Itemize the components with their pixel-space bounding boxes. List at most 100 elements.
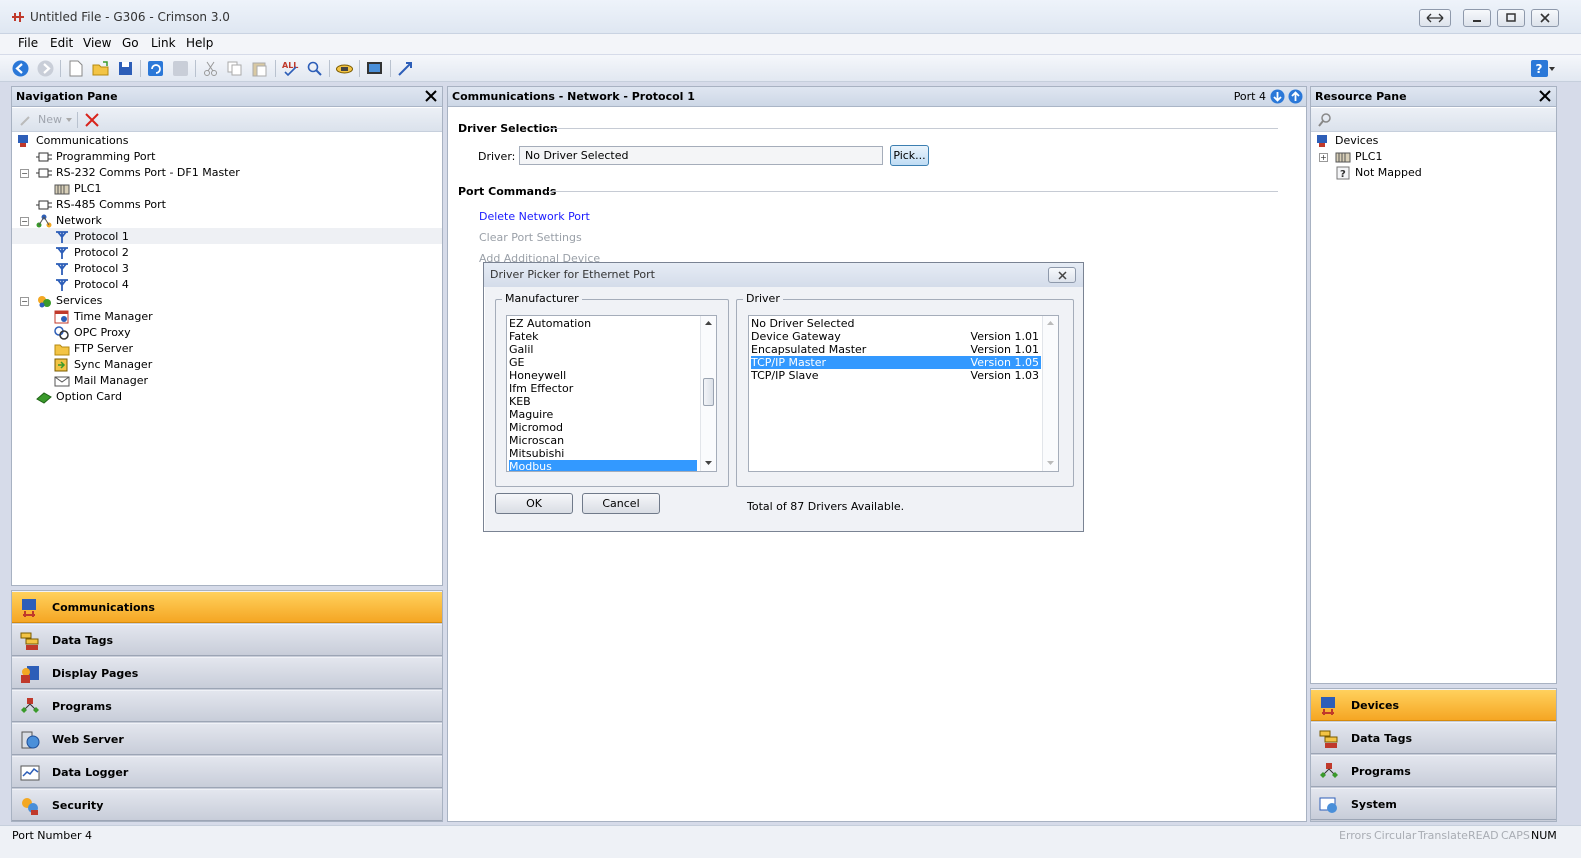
arrow-up-icon[interactable] [1288, 89, 1303, 104]
minimize-button[interactable] [1463, 9, 1491, 27]
list-item-selected[interactable]: TCP/IP Master Version 1.05 [751, 356, 1041, 369]
section-divider [548, 128, 1278, 129]
menu-view[interactable]: View [83, 36, 111, 50]
forward-icon[interactable] [36, 59, 55, 78]
menu-file[interactable]: File [18, 36, 38, 50]
list-item[interactable]: Fatek [509, 330, 697, 343]
list-item[interactable]: Maguire [509, 408, 697, 421]
menu-go[interactable]: Go [122, 36, 139, 50]
list-item[interactable]: Ifm Effector [509, 382, 697, 395]
dialog-close-button[interactable] [1048, 267, 1076, 283]
resource-category-devices[interactable]: Devices [1311, 689, 1556, 721]
pick-button[interactable]: Pick... [890, 145, 929, 166]
resource-pane-title: Resource Pane [1315, 90, 1407, 103]
list-item[interactable]: Micromod [509, 421, 697, 434]
scroll-up-icon[interactable] [705, 321, 712, 325]
manufacturer-scrollbar[interactable] [700, 316, 716, 471]
new-file-icon[interactable] [66, 59, 85, 78]
cut-icon[interactable] [201, 59, 220, 78]
save-icon[interactable] [116, 59, 135, 78]
status-bar: Port Number 4 Errors Circular Translate … [0, 825, 1581, 858]
list-item[interactable]: GE [509, 356, 697, 369]
editor-header: Communications - Network - Protocol 1 Po… [448, 87, 1306, 107]
driver-selection-heading: Driver Selection [458, 122, 558, 135]
resource-category-programs[interactable]: Programs [1311, 755, 1556, 787]
navigation-toolbar: New [12, 108, 442, 132]
maximize-button[interactable] [1497, 9, 1525, 27]
menu-help[interactable]: Help [186, 36, 213, 50]
help-icon[interactable]: ? [1530, 59, 1549, 78]
list-item[interactable]: Encapsulated Master Version 1.01 [751, 343, 1041, 356]
display-icon[interactable] [365, 59, 384, 78]
data-logger-icon [20, 765, 40, 781]
sync-icon [54, 358, 68, 372]
protocol-icon [56, 263, 68, 275]
undo-icon[interactable] [146, 59, 165, 78]
category-programs[interactable]: Programs [12, 690, 442, 722]
category-data-logger[interactable]: Data Logger [12, 756, 442, 788]
delete-icon[interactable] [84, 112, 100, 128]
cancel-button[interactable]: Cancel [582, 493, 660, 514]
chevron-down-icon[interactable] [1549, 67, 1555, 71]
menu-edit[interactable]: Edit [50, 36, 73, 50]
tree-expander[interactable]: − [20, 169, 29, 178]
list-item[interactable]: Microscan [509, 434, 697, 447]
list-item[interactable]: Honeywell [509, 369, 697, 382]
paste-icon[interactable] [250, 59, 269, 78]
category-security[interactable]: Security [12, 789, 442, 821]
category-display-pages[interactable]: Display Pages [12, 657, 442, 689]
back-icon[interactable] [11, 59, 30, 78]
category-communications[interactable]: Communications [12, 591, 442, 623]
scroll-down-icon[interactable] [1047, 461, 1054, 465]
ok-button[interactable]: OK [495, 493, 573, 514]
resource-category-system[interactable]: System [1311, 788, 1556, 820]
minimize-icon [1473, 20, 1481, 22]
redo-icon[interactable] [171, 59, 190, 78]
scroll-down-icon[interactable] [705, 461, 712, 465]
category-data-tags[interactable]: Data Tags [12, 624, 442, 656]
driver-field[interactable]: No Driver Selected [519, 146, 883, 165]
list-item[interactable]: Galil [509, 343, 697, 356]
list-item-selected[interactable]: Modbus [509, 460, 697, 471]
list-item[interactable]: TCP/IP Slave Version 1.03 [751, 369, 1041, 382]
restore-layout-button[interactable] [1419, 9, 1451, 27]
web-server-icon [21, 731, 40, 749]
new-item-button[interactable]: New [38, 113, 62, 126]
open-folder-icon[interactable] [91, 59, 110, 78]
clear-port-settings-link[interactable]: Clear Port Settings [479, 231, 582, 244]
tree-expander[interactable]: + [1319, 153, 1328, 162]
tree-expander[interactable]: − [20, 217, 29, 226]
driver-scrollbar[interactable] [1042, 316, 1058, 471]
close-icon[interactable] [1538, 89, 1552, 103]
search-icon[interactable] [1317, 112, 1333, 128]
resource-category-data-tags[interactable]: Data Tags [1311, 722, 1556, 754]
status-num: NUM [1531, 829, 1557, 842]
find-icon[interactable] [305, 59, 324, 78]
driver-list[interactable]: No Driver Selected Device Gateway Versio… [748, 315, 1059, 472]
close-window-button[interactable] [1531, 9, 1559, 27]
programs-icon [1320, 763, 1338, 778]
spell-check-icon[interactable]: ALL [281, 59, 300, 78]
menu-link[interactable]: Link [151, 36, 176, 50]
communications-icon [22, 599, 36, 617]
transfer-icon[interactable] [396, 59, 415, 78]
category-web-server[interactable]: Web Server [12, 723, 442, 755]
list-item[interactable]: No Driver Selected [751, 317, 1041, 330]
title-bar: Untitled File - G306 - Crimson 3.0 [0, 0, 1581, 34]
scroll-thumb[interactable] [703, 378, 714, 406]
list-item[interactable]: KEB [509, 395, 697, 408]
scroll-up-icon[interactable] [1047, 321, 1054, 325]
tree-expander[interactable]: − [20, 297, 29, 306]
delete-network-port-link[interactable]: Delete Network Port [479, 210, 590, 223]
list-item[interactable]: Mitsubishi [509, 447, 697, 460]
communications-icon [18, 135, 28, 147]
navigation-categories: Communications Data Tags Display Pages P… [11, 590, 443, 822]
copy-icon[interactable] [225, 59, 244, 78]
list-item[interactable]: Device Gateway Version 1.01 [751, 330, 1041, 343]
manufacturer-list[interactable]: EZ Automation Fatek Galil GE Honeywell I… [506, 315, 717, 472]
driver-label: Driver: [478, 150, 516, 163]
link-icon[interactable] [335, 59, 354, 78]
close-icon[interactable] [424, 89, 438, 103]
list-item[interactable]: EZ Automation [509, 317, 697, 330]
arrow-down-icon[interactable] [1270, 89, 1285, 104]
